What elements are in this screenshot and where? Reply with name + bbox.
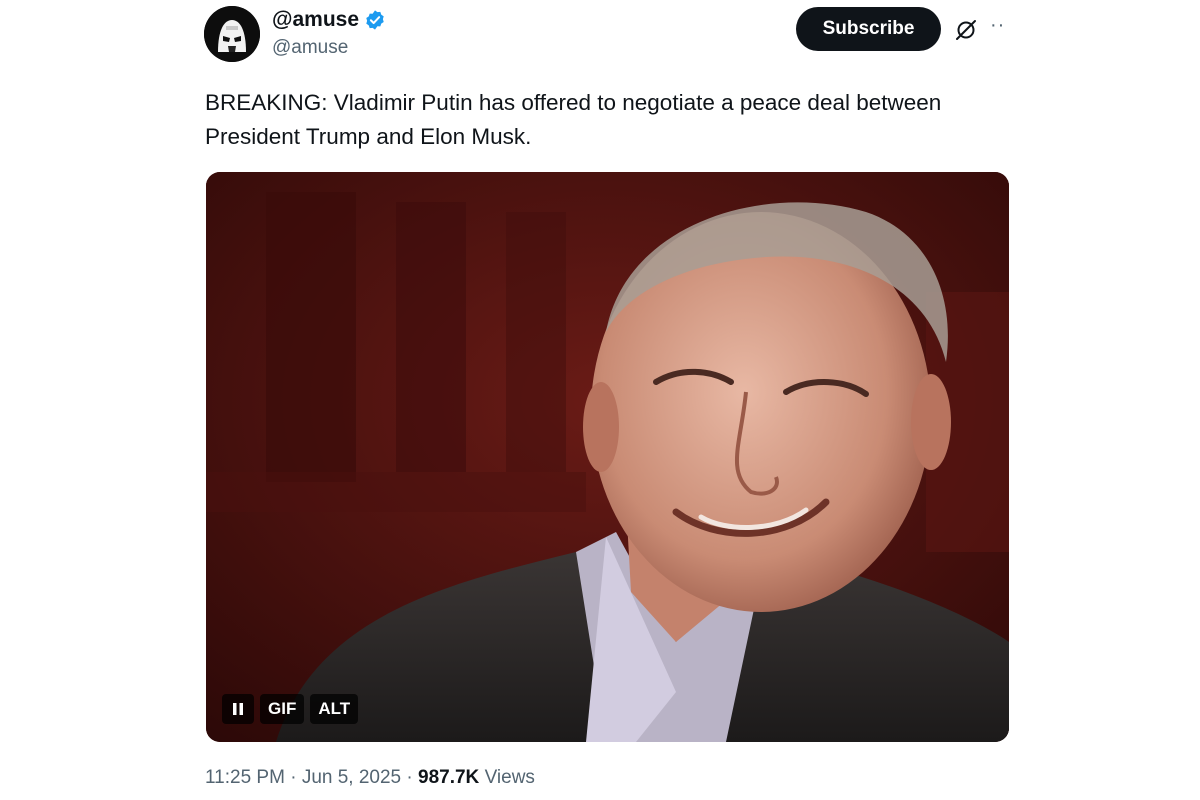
meta-separator: · — [401, 767, 419, 788]
grok-icon[interactable] — [954, 18, 978, 42]
tweet-text-line-1: BREAKING: Vladimir Putin has offered to … — [205, 90, 942, 115]
views-count[interactable]: 987.7K — [418, 767, 479, 788]
handle[interactable]: @amuse — [272, 37, 386, 59]
tweet-card: @amuse @amuse Subscribe ·· BREAKING: Vla… — [0, 0, 1200, 800]
tweet-time[interactable]: 11:25 PM — [205, 767, 285, 788]
views-label: Views — [479, 767, 535, 788]
avatar[interactable] — [204, 6, 260, 62]
tweet-text-line-2: President Trump and Elon Musk. — [205, 124, 532, 149]
pause-icon — [233, 703, 243, 715]
media-image — [206, 172, 1009, 742]
tweet-meta: 11:25 PM · Jun 5, 2025 · 987.7K Views — [205, 767, 535, 789]
tweet-date[interactable]: Jun 5, 2025 — [302, 767, 401, 788]
pause-button[interactable] — [222, 694, 254, 724]
display-name[interactable]: @amuse — [272, 8, 359, 32]
subscribe-button[interactable]: Subscribe — [796, 7, 941, 51]
media-gif[interactable]: GIF ALT — [206, 172, 1009, 742]
avatar-helmet-icon — [204, 6, 260, 62]
meta-separator: · — [284, 767, 302, 788]
verified-badge-icon[interactable] — [364, 9, 386, 31]
media-controls: GIF ALT — [222, 694, 359, 724]
tweet-text: BREAKING: Vladimir Putin has offered to … — [205, 86, 1008, 154]
gif-badge: GIF — [260, 694, 305, 724]
more-icon[interactable]: ·· — [990, 14, 1006, 38]
display-name-row: @amuse — [272, 6, 386, 34]
alt-text-button[interactable]: ALT — [310, 694, 359, 724]
author-info: @amuse @amuse — [272, 6, 386, 59]
